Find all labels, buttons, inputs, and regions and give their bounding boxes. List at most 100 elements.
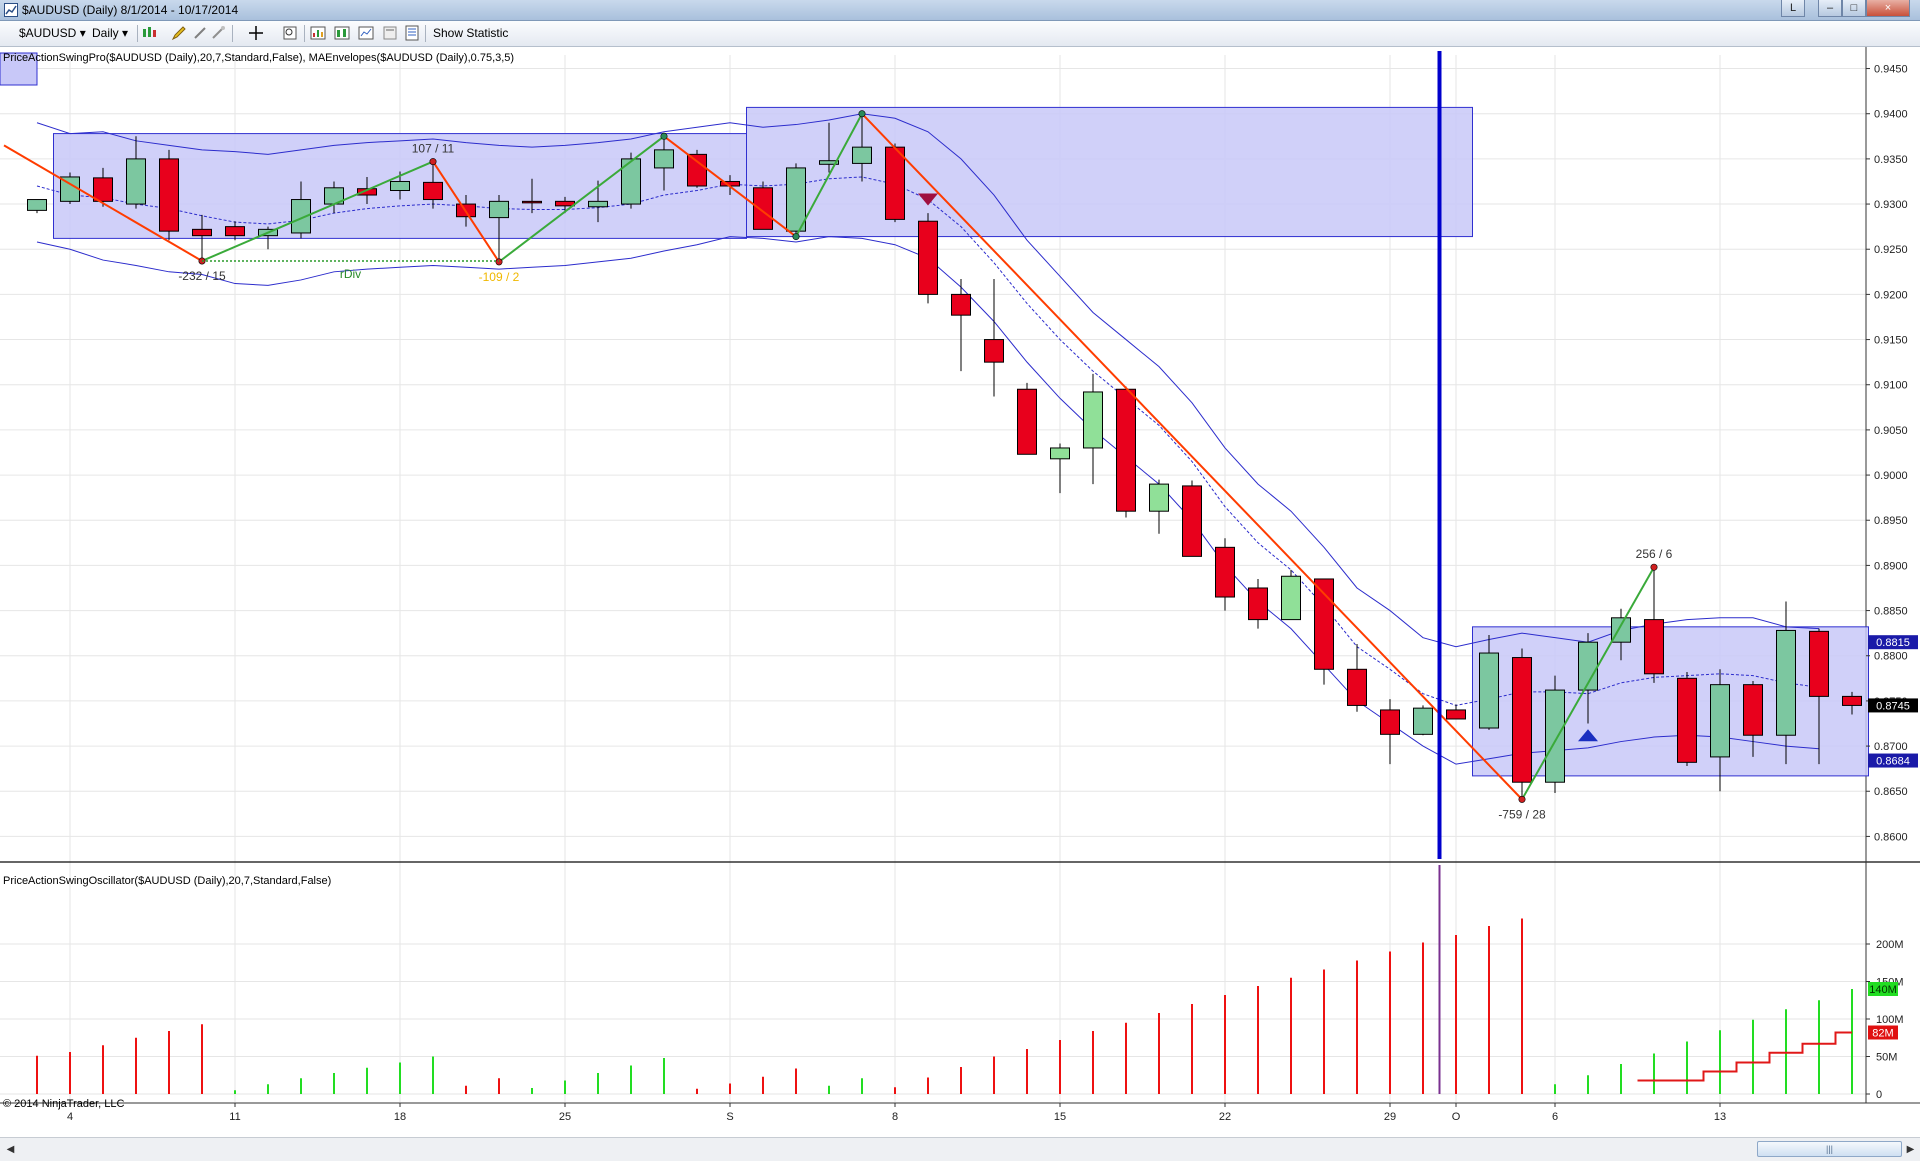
candle-up xyxy=(1281,575,1301,621)
toolbar-separator xyxy=(425,25,426,42)
candle-up xyxy=(1149,483,1169,512)
swing-point xyxy=(495,258,503,266)
candle-down xyxy=(1809,630,1829,697)
oscillator-bars xyxy=(36,865,1853,1094)
drawing-tool-icon[interactable] xyxy=(171,25,187,41)
price-axis-label: 0.8600 xyxy=(1874,831,1908,843)
templates-icon[interactable] xyxy=(358,25,374,41)
candle-up xyxy=(126,158,146,205)
minimize-button[interactable]: – xyxy=(1818,0,1842,17)
swing-point xyxy=(429,158,437,166)
candle-down xyxy=(159,158,179,232)
swing-label: 107 / 11 xyxy=(412,142,455,156)
toolbar-separator xyxy=(137,25,138,42)
instrument-selector[interactable]: $AUDUSD ▾ xyxy=(19,24,86,42)
instrument-label: $AUDUSD xyxy=(19,26,77,40)
candle-up xyxy=(588,200,608,208)
candle-down xyxy=(918,220,938,295)
price-axis-label: 0.9050 xyxy=(1874,425,1908,437)
eraser-icon[interactable] xyxy=(192,25,208,41)
candle-down xyxy=(885,146,905,220)
price-axis-label: 0.9300 xyxy=(1874,199,1908,211)
divergence-label: rDiv xyxy=(340,267,361,281)
scrollbar-thumb[interactable]: ||| xyxy=(1757,1141,1902,1157)
candle-down xyxy=(1017,388,1037,455)
candle-up xyxy=(786,167,806,232)
swing-point xyxy=(660,132,668,140)
swing-point xyxy=(1518,795,1526,803)
candle-down xyxy=(1182,485,1202,557)
oscillator-axis-label: 50M xyxy=(1876,1052,1897,1064)
period-selector[interactable]: Daily ▾ xyxy=(92,24,128,42)
candle-up xyxy=(489,200,509,219)
swing-label: -109 / 2 xyxy=(479,270,520,284)
oscillator-axis-label: 200M xyxy=(1876,939,1904,951)
oscillator-axis-label: 0 xyxy=(1876,1089,1882,1101)
indicators-icon[interactable] xyxy=(310,25,326,41)
close-button[interactable]: × xyxy=(1866,0,1910,17)
crosshair-icon[interactable] xyxy=(248,25,264,41)
candle-down xyxy=(1512,657,1532,783)
link-button[interactable]: L xyxy=(1781,0,1805,17)
candle-down xyxy=(1842,695,1862,706)
candle-down xyxy=(1677,677,1697,763)
candle-up xyxy=(1050,447,1070,460)
price-axis-label: 0.9150 xyxy=(1874,335,1908,347)
swing-label: -232 / 15 xyxy=(178,269,226,283)
horizontal-scrollbar[interactable]: ◀ ||| ▶ xyxy=(0,1137,1920,1161)
strategies-icon[interactable] xyxy=(334,25,350,41)
candle-down xyxy=(1743,684,1763,736)
swing-point xyxy=(1650,563,1658,571)
candle-up xyxy=(390,180,410,192)
toolbar-separator xyxy=(304,25,305,42)
candle-down xyxy=(951,293,971,316)
price-axis-label: 0.8850 xyxy=(1874,606,1908,618)
candle-down xyxy=(1446,709,1466,720)
candle-down xyxy=(984,339,1004,363)
show-statistic-button[interactable]: Show Statistic xyxy=(433,24,508,42)
time-axis-label: 8 xyxy=(892,1111,898,1123)
chart-style-icon[interactable] xyxy=(141,25,157,41)
time-axis-label: 15 xyxy=(1054,1111,1066,1123)
window-title: $AUDUSD (Daily) 8/1/2014 - 10/17/2014 xyxy=(22,3,239,17)
candle-up xyxy=(1545,689,1565,783)
zoom-icon[interactable] xyxy=(282,25,298,41)
window-titlebar: $AUDUSD (Daily) 8/1/2014 - 10/17/2014 L … xyxy=(0,0,1920,21)
time-axis-label: 13 xyxy=(1714,1111,1726,1123)
properties-icon[interactable] xyxy=(404,25,420,41)
price-axis-label: 0.8650 xyxy=(1874,786,1908,798)
price-axis-label: 0.8700 xyxy=(1874,741,1908,753)
scroll-left-arrow-icon[interactable]: ◀ xyxy=(3,1142,18,1157)
candle-down xyxy=(1215,546,1235,598)
toolbar-separator xyxy=(232,25,233,42)
candle-down xyxy=(423,181,443,201)
time-axis-label: 11 xyxy=(229,1111,240,1123)
maximize-button[interactable]: □ xyxy=(1842,0,1866,17)
candle-down xyxy=(687,153,707,187)
candle-down xyxy=(1248,587,1268,621)
time-axis-label: 22 xyxy=(1219,1111,1231,1123)
time-axis-label: 4 xyxy=(67,1111,73,1123)
candle-up xyxy=(1776,629,1796,736)
price-axis-label: 0.8900 xyxy=(1874,560,1908,572)
candle-down xyxy=(192,228,212,237)
time-axis-label: 25 xyxy=(559,1111,571,1123)
price-axis-label: 0.9100 xyxy=(1874,380,1908,392)
candle-up xyxy=(1083,391,1103,449)
oscillator-axis-label: 100M xyxy=(1876,1014,1904,1026)
price-axis-label: 0.8950 xyxy=(1874,515,1908,527)
price-tag-label: 0.8684 xyxy=(1876,756,1910,768)
magic-wand-icon[interactable] xyxy=(210,25,226,41)
candle-down xyxy=(1347,668,1367,706)
candle-down xyxy=(225,226,245,237)
price-tag-label: 0.8815 xyxy=(1876,637,1910,649)
price-axis-label: 0.9400 xyxy=(1874,109,1908,121)
chart-area[interactable]: rDiv -232 / 15 107 / 11 -109 / 2 -759 / 28 25… xyxy=(0,47,1920,1137)
oscillator-tag-label: 82M xyxy=(1872,1028,1893,1040)
data-box-icon[interactable] xyxy=(382,25,398,41)
scroll-right-arrow-icon[interactable]: ▶ xyxy=(1903,1142,1918,1157)
candle-down xyxy=(1644,619,1664,675)
price-axis-label: 0.9200 xyxy=(1874,289,1908,301)
period-label: Daily xyxy=(92,26,119,40)
chart-app-icon xyxy=(4,3,18,17)
